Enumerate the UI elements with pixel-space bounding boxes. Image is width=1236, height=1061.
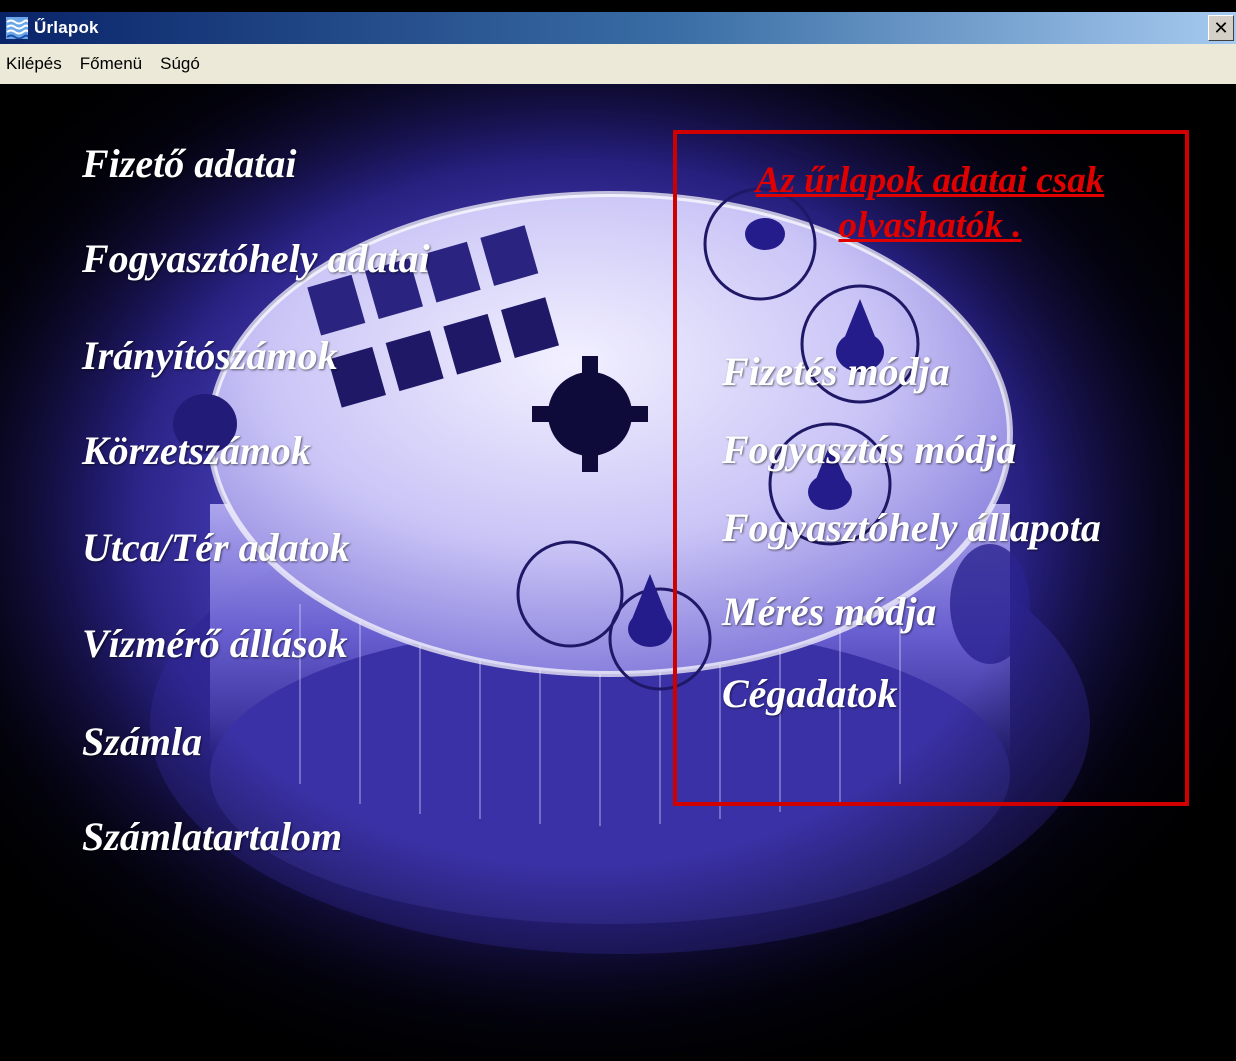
window-title: Űrlapok: [34, 18, 99, 37]
title-bar[interactable]: Űrlapok ✕: [0, 12, 1236, 44]
water-waves-icon: [6, 17, 29, 40]
form-link-company-data[interactable]: Cégadatok: [722, 674, 898, 714]
form-link-street-square-data[interactable]: Utca/Tér adatok: [82, 528, 350, 568]
close-button[interactable]: ✕: [1208, 15, 1234, 41]
readonly-notice: Az űrlapok adatai csak olvashatók .: [755, 160, 1105, 247]
form-link-district-numbers[interactable]: Körzetszámok: [82, 431, 311, 471]
form-link-consumption-place-status[interactable]: Fogyasztóhely állapota: [722, 508, 1101, 548]
app-window: Űrlapok ✕ Kilépés Főmenü Súgó Fizető ada…: [0, 0, 1236, 1061]
form-link-measurement-method[interactable]: Mérés módja: [722, 592, 936, 632]
menu-item-main-menu[interactable]: Főmenü: [72, 50, 150, 78]
form-link-invoice[interactable]: Számla: [82, 722, 202, 762]
form-link-water-meter-readings[interactable]: Vízmérő állások: [82, 624, 348, 664]
close-icon: ✕: [1213, 17, 1229, 39]
forms-canvas: Fizető adatai Fogyasztóhely adatai Irány…: [0, 84, 1236, 1061]
form-link-payment-method[interactable]: Fizetés módja: [722, 352, 950, 392]
form-link-invoice-content[interactable]: Számlatartalom: [82, 817, 342, 857]
menu-item-exit[interactable]: Kilépés: [0, 50, 70, 78]
menu-item-help[interactable]: Súgó: [152, 50, 208, 78]
form-link-payer-data[interactable]: Fizető adatai: [82, 144, 296, 184]
form-link-consumption-place-data[interactable]: Fogyasztóhely adatai: [82, 239, 430, 279]
form-link-consumption-method[interactable]: Fogyasztás módja: [722, 430, 1016, 470]
menu-bar: Kilépés Főmenü Súgó: [0, 44, 1236, 85]
form-link-postal-codes[interactable]: Irányítószámok: [82, 336, 338, 376]
